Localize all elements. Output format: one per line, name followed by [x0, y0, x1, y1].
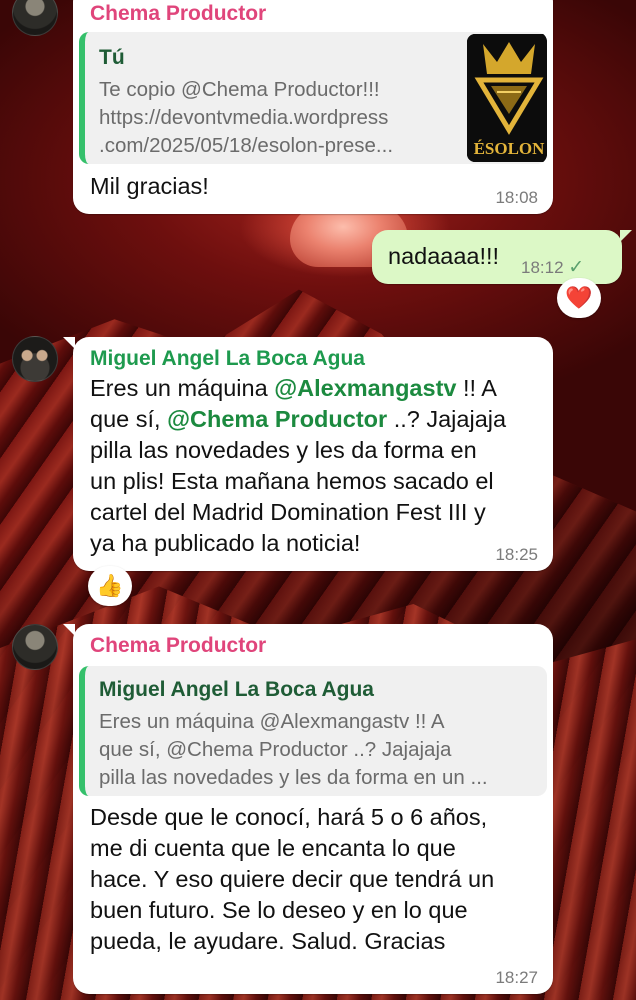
message-line: que sí, @Chema Productor ..? Jajajaja — [90, 406, 507, 432]
thumbnail-logo-text: ÉSOLON — [474, 139, 546, 158]
quoted-line: https://devontvmedia.wordpress — [99, 106, 389, 129]
quoted-line: Eres un máquina @Alexmangastv !! A — [99, 710, 445, 733]
sender-name[interactable]: Chema Productor — [90, 634, 266, 658]
sender-name[interactable]: Chema Productor — [90, 2, 266, 26]
single-check-icon: ✓ — [568, 257, 585, 278]
heart-icon: ❤️ — [565, 285, 593, 310]
quoted-line: que sí, @Chema Productor ..? Jajajaja — [99, 738, 452, 761]
quoted-sender: Miguel Angel La Boca Agua — [99, 678, 374, 701]
quoted-text: Eres un máquina @Alexmangastv !! A que s… — [99, 708, 539, 792]
message-text: nadaaaa!!! — [388, 243, 500, 269]
avatar-miguel-angel[interactable] — [12, 336, 58, 382]
avatar-chema-productor[interactable] — [12, 0, 58, 36]
quoted-text: Te copio @Chema Productor!!! https://dev… — [99, 76, 435, 160]
message-line: pilla las novedades y les da forma en — [90, 437, 477, 463]
message-text: Mil gracias! — [90, 173, 209, 199]
sender-name[interactable]: Miguel Angel La Boca Agua — [90, 347, 365, 371]
message-line: me di cuenta que le encanta lo que — [90, 835, 456, 861]
message-line: pueda, le ayudare. Salud. Gracias — [90, 928, 446, 954]
mention-alexmangastv[interactable]: @Alexmangastv — [274, 375, 456, 401]
message-line: buen futuro. Se lo deseo y en lo que — [90, 897, 468, 923]
link-thumbnail[interactable]: ÉSOLON — [467, 34, 547, 162]
message-line: cartel del Madrid Domination Fest III y — [90, 499, 486, 525]
message-text: Eres un máquina @Alexmangastv !! A que s… — [90, 373, 550, 559]
mention-chema-productor[interactable]: @Chema Productor — [167, 406, 387, 432]
message-line: Eres un máquina @Alexmangastv !! A — [90, 375, 497, 401]
message-bubble-outgoing[interactable]: nadaaaa!!! 18:12 ✓ — [372, 230, 632, 284]
message-text: Desde que le conocí, hará 5 o 6 años, me… — [90, 802, 550, 957]
message-time: 18:12 ✓ — [521, 256, 584, 279]
quoted-sender: Tú — [99, 46, 125, 69]
message-time: 18:27 — [495, 968, 538, 987]
message-bubble[interactable]: Chema Productor Miguel Angel La Boca Agu… — [63, 624, 553, 994]
quoted-line: pilla las novedades y les da forma en un… — [99, 766, 488, 789]
time-value: 18:12 — [521, 258, 564, 277]
message-line: ya ha publicado la noticia! — [90, 530, 361, 556]
message-time: 18:08 — [495, 188, 538, 207]
quoted-message[interactable]: Miguel Angel La Boca Agua Eres un máquin… — [79, 666, 547, 796]
avatar-chema-productor[interactable] — [12, 624, 58, 670]
message-line: hace. Y eso quiere decir que tendrá un — [90, 866, 495, 892]
quoted-line: .com/2025/05/18/esolon-prese... — [99, 134, 394, 157]
reaction-heart[interactable]: ❤️ — [557, 278, 601, 318]
quoted-message[interactable]: Tú Te copio @Chema Productor!!! https://… — [79, 32, 547, 164]
esolon-logo-icon: ÉSOLON — [467, 34, 547, 162]
reaction-thumbs-up[interactable]: 👍 — [88, 566, 132, 606]
quoted-line: Te copio @Chema Productor!!! — [99, 78, 380, 101]
message-bubble[interactable]: Chema Productor Tú Te copio @Chema Produ… — [73, 0, 553, 214]
message-line: un plis! Esta mañana hemos sacado el — [90, 468, 494, 494]
message-line: Desde que le conocí, hará 5 o 6 años, — [90, 804, 488, 830]
message-time: 18:25 — [495, 545, 538, 564]
message-bubble[interactable]: Miguel Angel La Boca Agua Eres un máquin… — [63, 337, 553, 571]
thumbs-up-icon: 👍 — [96, 573, 124, 598]
